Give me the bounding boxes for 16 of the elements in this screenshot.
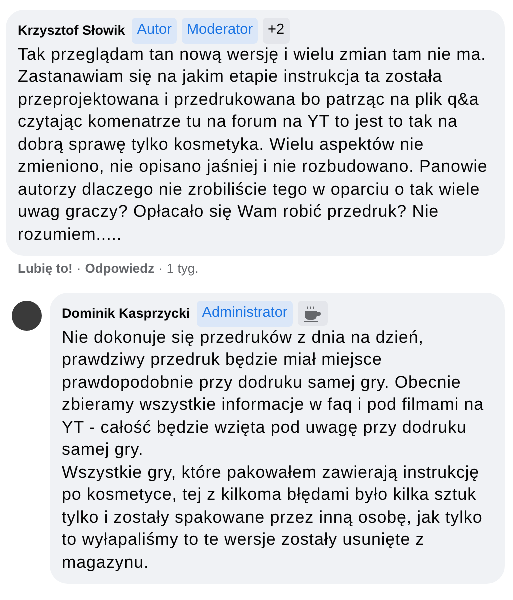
separator-dot: · — [76, 260, 82, 278]
comment-action-link[interactable]: Odpowiedz — [85, 259, 155, 279]
separator-dot: · — [158, 260, 163, 278]
timestamp[interactable]: 1 tyg. — [166, 259, 199, 279]
comment-text: Nie dokonuje się przedruków z dnia na dzień, prawdziwy przedruk będzie miał miejsce prawdopodobnie przy dodruku samej gry. Obecnie zbieramy wszystkie informacje w faq i pod filmami na YT - całość będzie wzięta pod uwagę przy dodruku samej gry. — [62, 326, 486, 461]
comment-text: Wszystkie gry, które pakowałem zawierają instrukcję po kosmetyce, tej z kilkoma błędami było kilka sztuk tylko i zostały spakowane przez inną osobę, jak tylko to wyłapaliśmy to te wersje zostały usunięte z magazynu. — [62, 462, 484, 574]
avatar[interactable] — [12, 300, 42, 331]
author-name[interactable]: Dominik Kasprzycki — [62, 304, 190, 324]
role-badge: Autor — [132, 18, 177, 44]
coffee-cup-icon — [304, 306, 322, 322]
author-name[interactable]: Krzysztof Słowik — [18, 20, 126, 41]
comment-text: Tak przeglądam tan nową wersję i wielu zmian tam nie ma. Zastanawiam się na jakim etapie instrukcja ta została przeprojektowana i przedrukowana bo patrząc na plik q&a czytając komenatrze tu na forum na YT to jest to tak na dobrą sprawę tylko kosmetyka. Wielu aspektów nie zmieniono, nie opisano jaśniej i nie rozbudowano. Panowie autorzy dlaczego nie zrobiliście tego w oparciu o tak wiele uwag graczy? Opłacało się Wam robić przedruk? Nie rozumiem..... — [18, 44, 489, 246]
comment-action-link[interactable]: Lubię to! — [18, 259, 73, 279]
more-badges: +2 — [263, 18, 290, 44]
role-badge: Moderator — [182, 18, 258, 44]
role-badge: Administrator — [197, 300, 293, 326]
